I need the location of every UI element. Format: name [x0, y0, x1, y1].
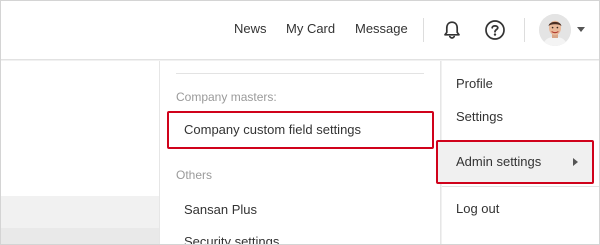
- section-heading-others: Others: [176, 168, 213, 182]
- menu-item-log-out[interactable]: Log out: [442, 201, 600, 216]
- chevron-down-icon[interactable]: [577, 27, 585, 32]
- bell-icon[interactable]: [441, 19, 463, 41]
- section-heading-company-masters: Company masters:: [176, 90, 277, 104]
- menu-item-profile[interactable]: Profile: [442, 76, 600, 91]
- menu-item-label: Admin settings: [456, 154, 542, 169]
- header-divider: [524, 18, 525, 42]
- menu-item-sansan-plus[interactable]: Sansan Plus: [184, 202, 257, 217]
- menu-item-security-settings[interactable]: Security settings: [184, 234, 279, 245]
- nav-link-message[interactable]: Message: [355, 21, 408, 36]
- top-navigation-bar: News My Card Message: [0, 0, 600, 60]
- highlight-company-custom-field-settings[interactable]: [167, 111, 434, 149]
- submenu-divider: [176, 73, 424, 74]
- header-divider: [423, 18, 424, 42]
- nav-link-my-card[interactable]: My Card: [286, 21, 335, 36]
- user-avatar[interactable]: [539, 14, 571, 46]
- menu-item-admin-settings[interactable]: Admin settings: [438, 142, 592, 182]
- page-content-background: [1, 61, 159, 196]
- admin-settings-submenu: Company masters: Company custom field se…: [159, 61, 441, 245]
- page-content-strip: [1, 228, 159, 244]
- menu-divider: [442, 186, 600, 187]
- menu-item-settings[interactable]: Settings: [442, 109, 600, 124]
- nav-link-news[interactable]: News: [234, 21, 267, 36]
- help-circle-icon[interactable]: [484, 19, 506, 41]
- chevron-right-icon: [573, 158, 578, 166]
